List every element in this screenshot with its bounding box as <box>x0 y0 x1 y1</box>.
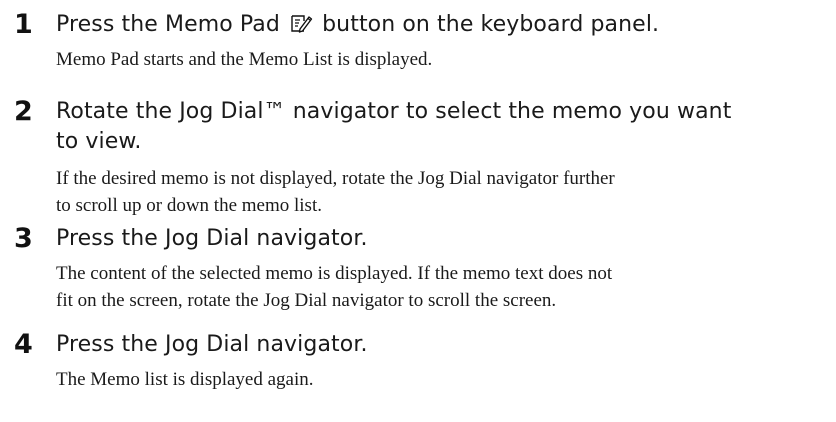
step-body-line: fit on the screen, rotate the Jog Dial n… <box>56 290 557 311</box>
step-heading: Press the Jog Dial navigator. <box>56 332 368 357</box>
step-number: 1 <box>14 9 33 40</box>
step-heading: Press the Jog Dial navigator. <box>56 226 368 251</box>
step-body: Memo Pad starts and the Memo List is dis… <box>56 49 433 70</box>
step-heading-line: Rotate the Jog Dial™ navigator to select… <box>56 99 732 124</box>
step-heading-text-before: Press the Memo Pad <box>56 12 280 37</box>
step-body: If the desired memo is not displayed, ro… <box>56 165 826 219</box>
memo-pad-pen-icon <box>289 12 313 34</box>
step-heading: Rotate the Jog Dial™ navigator to select… <box>56 97 816 157</box>
step-body: The Memo list is displayed again. <box>56 369 314 390</box>
step-body-line: If the desired memo is not displayed, ro… <box>56 168 615 189</box>
step-heading: Press the Memo Pad button on the keyboar… <box>56 10 816 40</box>
step-body-line: to scroll up or down the memo list. <box>56 195 322 216</box>
step-number: 2 <box>14 96 33 127</box>
step-body: The content of the selected memo is disp… <box>56 260 826 314</box>
instruction-page: 1 Press the Memo Pad button on the keybo… <box>0 0 836 422</box>
step-heading-text-after: button on the keyboard panel. <box>322 12 660 37</box>
step-number: 3 <box>14 223 33 254</box>
step-number: 4 <box>14 329 33 360</box>
step-heading-line: to view. <box>56 129 142 154</box>
step-body-line: The content of the selected memo is disp… <box>56 263 613 284</box>
